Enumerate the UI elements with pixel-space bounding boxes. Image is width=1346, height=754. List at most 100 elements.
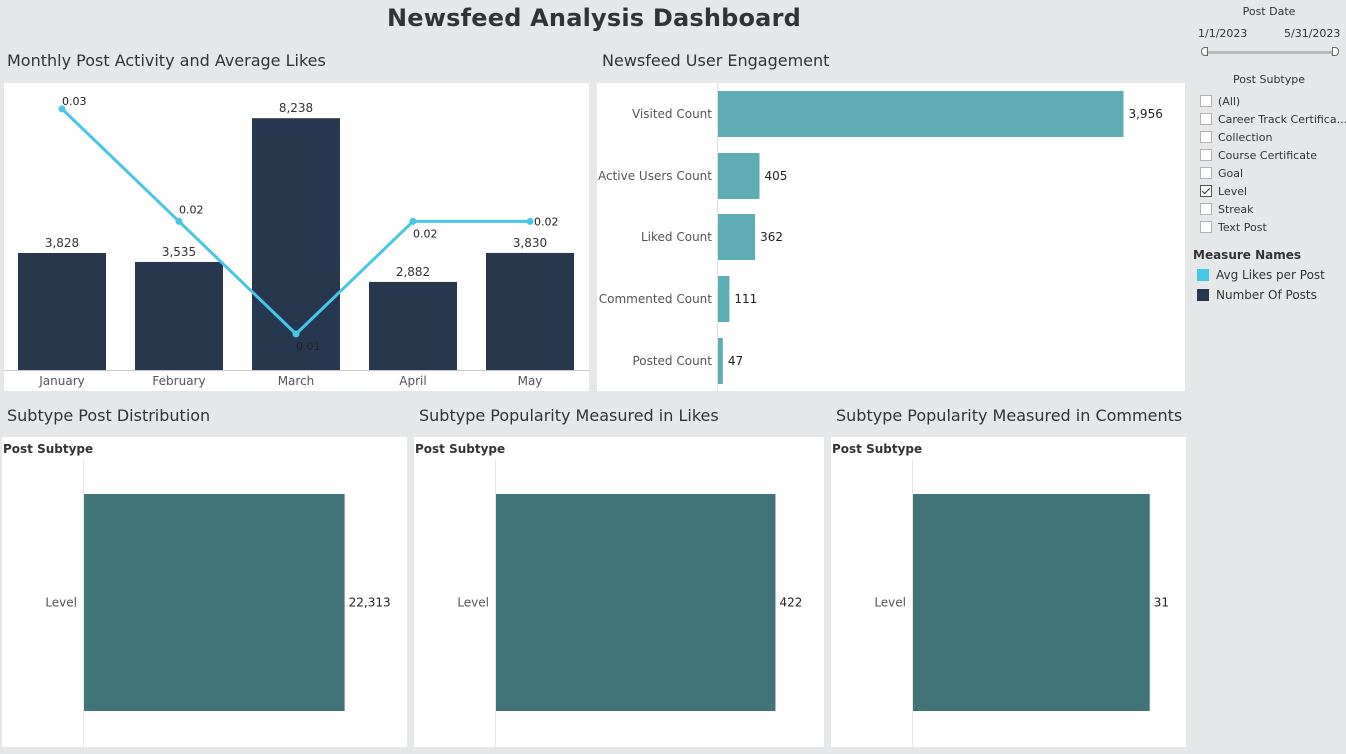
subtype-option-label: Course Certificate — [1218, 148, 1318, 162]
avg-likes-label: 0.01 — [296, 340, 321, 353]
posts-bar-label: 2,882 — [396, 265, 430, 279]
engagement-category-label: Visited Count — [632, 107, 712, 121]
avg-likes-label: 0.03 — [62, 95, 87, 108]
likes-chart-title: Subtype Popularity Measured in Likes — [419, 406, 719, 425]
subtype-option[interactable]: Goal — [1200, 164, 1346, 182]
subtype-option-label: Collection — [1218, 130, 1273, 144]
engagement-bar[interactable] — [718, 91, 1124, 137]
engagement-value-label: 405 — [765, 169, 788, 183]
legend-item[interactable]: Avg Likes per Post — [1197, 265, 1325, 285]
row-header-label: Post Subtype — [415, 442, 505, 456]
comments-chart-title: Subtype Popularity Measured in Comments — [836, 406, 1183, 425]
subtype-category-label: Level — [874, 596, 906, 610]
post-subtype-filter: (All) Career Track Certifica... Collection… — [1200, 92, 1346, 236]
subtype-option[interactable]: Streak — [1200, 200, 1346, 218]
subtype-option-label: Level — [1218, 184, 1248, 198]
engagement-value-label: 362 — [760, 230, 783, 244]
subtype-option[interactable]: Level — [1200, 182, 1346, 200]
engagement-value-label: 111 — [734, 292, 757, 306]
engagement-category-label: Posted Count — [632, 354, 712, 368]
legend-item[interactable]: Number Of Posts — [1197, 285, 1325, 305]
engagement-chart-panel: Visited Count 3,956 Active Users Count 405 L… — [597, 83, 1185, 391]
checkbox[interactable] — [1200, 185, 1212, 197]
subtype-option[interactable]: Course Certificate — [1200, 146, 1346, 164]
monthly-chart[interactable]: 3,828 3,535 8,238 2,882 3,830 January February… — [4, 83, 589, 391]
comments-chart-panel: Post Subtype Level 31 — [831, 437, 1186, 747]
x-tick-label: March — [278, 374, 315, 388]
avg-likes-point[interactable] — [526, 217, 534, 225]
subtype-option-label: (All) — [1218, 94, 1241, 108]
subtype-category-label: Level — [45, 596, 77, 610]
engagement-category-label: Active Users Count — [598, 169, 712, 183]
checkbox[interactable] — [1200, 113, 1212, 125]
avg-likes-point[interactable] — [409, 217, 417, 225]
legend-label: Number Of Posts — [1216, 288, 1317, 302]
avg-likes-label: 0.02 — [413, 227, 438, 240]
engagement-value-label: 47 — [728, 354, 743, 368]
engagement-chart[interactable]: Visited Count 3,956 Active Users Count 405 L… — [597, 83, 1185, 391]
posts-bar-label: 3,535 — [162, 245, 196, 259]
posts-bar[interactable] — [369, 281, 457, 370]
monthly-chart-panel: 3,828 3,535 8,238 2,882 3,830 January February… — [4, 83, 589, 391]
comments-chart[interactable]: Post Subtype Level 31 — [831, 437, 1186, 747]
subtype-option[interactable]: Career Track Certifica... — [1200, 110, 1346, 128]
checkbox[interactable] — [1200, 131, 1212, 143]
subtype-value-label: 31 — [1154, 596, 1169, 610]
avg-likes-label: 0.02 — [534, 215, 559, 228]
post-date-slider[interactable] — [1201, 46, 1339, 58]
subtype-option-label: Text Post — [1218, 220, 1267, 234]
distribution-chart[interactable]: Post Subtype Level 22,313 — [2, 437, 407, 747]
row-header-label: Post Subtype — [3, 442, 93, 456]
subtype-value-label: 22,313 — [349, 596, 391, 610]
subtype-option-label: Career Track Certifica... — [1218, 112, 1346, 126]
subtype-option-label: Streak — [1218, 202, 1254, 216]
x-tick-label: February — [152, 374, 205, 388]
slider-start-handle[interactable] — [1201, 47, 1208, 56]
engagement-chart-title: Newsfeed User Engagement — [602, 51, 830, 70]
legend-title: Measure Names — [1193, 248, 1302, 262]
engagement-bar[interactable] — [718, 338, 723, 384]
legend-swatch — [1197, 269, 1209, 281]
dashboard-title: Newsfeed Analysis Dashboard — [387, 4, 801, 32]
subtype-bar[interactable] — [913, 494, 1150, 711]
avg-likes-point[interactable] — [175, 217, 183, 225]
likes-chart[interactable]: Post Subtype Level 422 — [414, 437, 824, 747]
subtype-option[interactable]: Collection — [1200, 128, 1346, 146]
posts-bar[interactable] — [18, 252, 106, 370]
post-date-end: 5/31/2023 — [1284, 27, 1341, 40]
monthly-chart-title: Monthly Post Activity and Average Likes — [7, 51, 326, 70]
engagement-category-label: Commented Count — [599, 292, 713, 306]
post-date-start: 1/1/2023 — [1198, 27, 1248, 40]
checkbox[interactable] — [1200, 167, 1212, 179]
subtype-option[interactable]: Text Post — [1200, 218, 1346, 236]
post-subtype-filter-title: Post Subtype — [1232, 73, 1306, 86]
legend-swatch — [1197, 289, 1209, 301]
posts-bar-label: 3,828 — [45, 236, 79, 250]
engagement-category-label: Liked Count — [641, 230, 712, 244]
subtype-category-label: Level — [457, 596, 489, 610]
checkbox[interactable] — [1200, 149, 1212, 161]
x-tick-label: April — [399, 374, 426, 388]
distribution-chart-panel: Post Subtype Level 22,313 — [2, 437, 407, 747]
checkbox[interactable] — [1200, 95, 1212, 107]
distribution-chart-title: Subtype Post Distribution — [7, 406, 211, 425]
engagement-bar[interactable] — [718, 153, 760, 199]
posts-bar[interactable] — [486, 252, 574, 370]
slider-end-handle[interactable] — [1332, 47, 1339, 56]
engagement-bar[interactable] — [718, 276, 730, 322]
x-tick-label: May — [518, 374, 543, 388]
subtype-bar[interactable] — [496, 494, 776, 711]
avg-likes-point[interactable] — [292, 330, 300, 338]
subtype-option[interactable]: (All) — [1200, 92, 1346, 110]
checkbox[interactable] — [1200, 203, 1212, 215]
subtype-bar[interactable] — [84, 494, 345, 711]
post-date-filter-title: Post Date — [1242, 5, 1296, 18]
engagement-value-label: 3,956 — [1128, 107, 1162, 121]
checkbox[interactable] — [1200, 221, 1212, 233]
engagement-bar[interactable] — [718, 214, 756, 260]
avg-likes-label: 0.02 — [179, 203, 204, 216]
posts-bar-label: 8,238 — [279, 101, 313, 115]
likes-chart-panel: Post Subtype Level 422 — [414, 437, 824, 747]
posts-bar[interactable] — [135, 261, 223, 370]
posts-bar-label: 3,830 — [513, 236, 547, 250]
